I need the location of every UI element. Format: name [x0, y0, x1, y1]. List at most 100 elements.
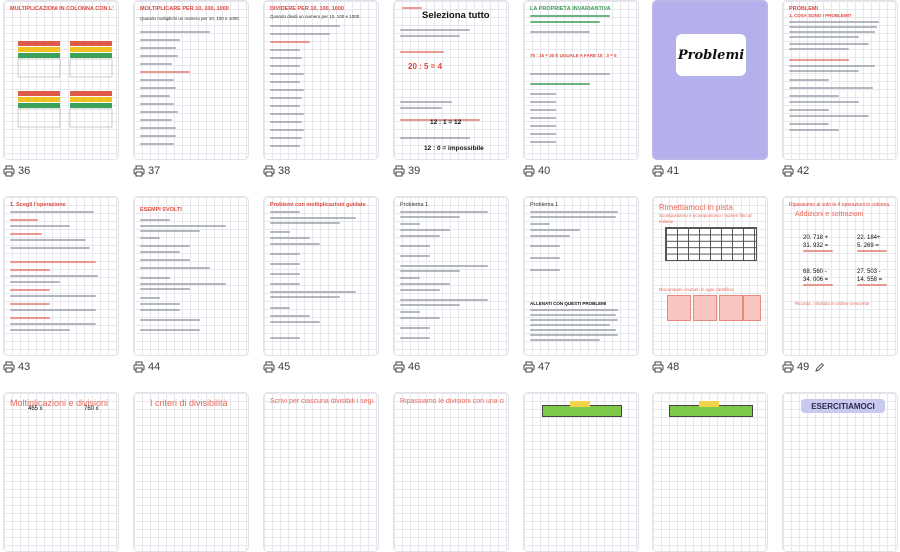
yellow-tape [570, 401, 590, 407]
slide-content-lines [789, 21, 889, 151]
slide-number: 36 [18, 165, 31, 177]
slide-label-46: 46 [393, 360, 483, 374]
slide-subheading: Addizioni e sottrazioni [795, 211, 864, 218]
printer-icon[interactable] [393, 361, 405, 373]
printer-icon[interactable] [523, 361, 535, 373]
invariant-property-example: 75 : 15 = 30 È UGUALE A FARE 15 : 3 = 5 [530, 53, 617, 58]
slide-title: Scrivi per ciascuna divisibili i seguent… [270, 398, 374, 405]
slide-label-48: 48 [652, 360, 742, 374]
number-card [667, 295, 691, 321]
slide-number: 44 [148, 361, 161, 373]
slide-thumbnail-37[interactable]: MOLTIPLICARE PER 10, 100, 1000 Quando mo… [133, 0, 249, 160]
division-rule-one: 12 : 1 = 12 [430, 119, 462, 126]
slide-number: 42 [797, 165, 810, 177]
slide-thumbnail-54[interactable] [523, 392, 639, 552]
slide-thumbnail-51[interactable]: I criteri di divisibilità [133, 392, 249, 552]
slide-thumbnail-55[interactable] [652, 392, 768, 552]
slide-thumbnail-40[interactable]: LA PROPRIETÀ INVARIANTIVA 75 : 15 = 30 È… [523, 0, 639, 160]
slide-label-42: 42 [782, 164, 872, 178]
printer-icon[interactable] [393, 165, 405, 177]
slide-thumbnail-45[interactable]: Problemi con moltiplicazioni guidate [263, 196, 379, 356]
slide-thumbnail-48[interactable]: Rimettiamoci in pista Scomponiamo e rico… [652, 196, 768, 356]
printer-icon[interactable] [3, 165, 15, 177]
slide-thumbnail-56[interactable]: ESERCITIAMOCI [782, 392, 898, 552]
slide-number: 38 [278, 165, 291, 177]
slide-title: ESEMPI SVOLTI [140, 207, 182, 213]
multiplication-table-grid [17, 41, 113, 128]
slide-number: 45 [278, 361, 291, 373]
slide-thumbnail-53[interactable]: Ripassiamo le divisioni con una cifra al… [393, 392, 509, 552]
slide-number: 49 [797, 361, 810, 373]
number-card [719, 295, 743, 321]
slide-content-lines [530, 211, 630, 347]
slide-thumbnail-50[interactable]: Moltiplicazioni e divisioni 465 x 760 x [3, 392, 119, 552]
subtrahend: 14. 558 = [857, 277, 883, 283]
slide-thumbnail-42[interactable]: PROBLEMI 1. COSA SONO I PROBLEMI? [782, 0, 898, 160]
slide-thumbnail-36[interactable]: MULTIPLICAZIONI IN COLONNA CON L'AIUTO D… [3, 0, 119, 160]
title-card: Problemi [676, 34, 746, 76]
slide-label-49: 49 [782, 360, 872, 374]
slide-thumbnail-52[interactable]: Scrivi per ciascuna divisibili i seguent… [263, 392, 379, 552]
printer-icon[interactable] [523, 165, 535, 177]
number-card [743, 295, 761, 321]
title-card-text: Problemi [677, 47, 745, 63]
slide-thumbnail-39[interactable]: Seleziona tutto 20 : 5 = 4 12 : 1 = 12 1… [393, 0, 509, 160]
addend: 31. 932 = [803, 243, 829, 249]
slide-label-41: 41 [652, 164, 742, 178]
slide-content-lines [10, 211, 110, 347]
printer-icon[interactable] [652, 361, 664, 373]
slide-title: PROBLEMI [789, 6, 819, 12]
slide-subheading: Scomponiamo e ricomponiamo i numeri fino… [659, 213, 752, 224]
slide-content-lines [270, 19, 370, 151]
slide-label-39: 39 [393, 164, 483, 178]
place-value-table [665, 227, 757, 261]
printer-icon[interactable] [263, 165, 275, 177]
slide-title-pill: ESERCITIAMOCI [801, 399, 885, 413]
slide-content-lines [530, 15, 630, 151]
printer-icon[interactable] [133, 361, 145, 373]
slide-thumbnail-46[interactable]: Problema 1 [393, 196, 509, 356]
slide-number: 40 [538, 165, 551, 177]
slide-title: MOLTIPLICARE PER 10, 100, 1000 [140, 6, 229, 12]
subtrahend: 34. 006 = [803, 277, 829, 283]
number-card [693, 295, 717, 321]
slide-thumbnail-41[interactable]: Problemi [652, 0, 768, 160]
printer-icon[interactable] [782, 361, 794, 373]
addend: 5. 269 = [857, 243, 879, 249]
slide-label-38: 38 [263, 164, 353, 178]
slide-note: Ricorda : risultato in ordine crescente [795, 301, 870, 306]
printer-icon[interactable] [263, 361, 275, 373]
slide-number: 47 [538, 361, 551, 373]
minuend: 68. 560 - [803, 269, 827, 275]
printer-icon[interactable] [3, 361, 15, 373]
slide-title: 1. Scegli l'operazione [10, 202, 66, 208]
slide-label-47: 47 [523, 360, 613, 374]
slide-thumbnail-44[interactable]: ESEMPI SVOLTI [133, 196, 249, 356]
slide-number: 43 [18, 361, 31, 373]
select-all-text[interactable]: Seleziona tutto [422, 10, 490, 21]
slide-label-44: 44 [133, 360, 223, 374]
pencil-icon[interactable] [815, 362, 825, 372]
slide-thumbnail-43[interactable]: 1. Scegli l'operazione [3, 196, 119, 356]
slide-content-lines [270, 211, 370, 347]
slide-title: Problemi con moltiplicazioni guidate [270, 202, 366, 208]
slide-title: Rimettiamoci in pista [659, 203, 733, 212]
division-example: 20 : 5 = 4 [408, 62, 443, 71]
slide-title: Ripassiamo le divisioni con una cifra al… [400, 398, 504, 405]
slide-content-lines [400, 211, 500, 347]
printer-icon[interactable] [133, 165, 145, 177]
printer-icon[interactable] [782, 165, 794, 177]
slide-label-45: 45 [263, 360, 353, 374]
printer-icon[interactable] [652, 165, 664, 177]
slide-thumbnail-49[interactable]: Ripassiamo al volo le 4 operazioni in co… [782, 196, 898, 356]
slide-content-lines [140, 19, 240, 151]
slide-label-37: 37 [133, 164, 223, 178]
division-rule-zero: 12 : 0 = impossibile [424, 145, 484, 152]
slide-content-lines [400, 29, 500, 151]
addend: 22. 184+ [857, 235, 881, 241]
slide-title: Problema 1 [400, 202, 429, 208]
slide-thumbnail-47[interactable]: Problema 1 ALLENATI CON QUESTI PROBLEMI [523, 196, 639, 356]
slide-title: DIVIDERE PER 10, 100, 1000 [270, 6, 344, 12]
slide-thumbnail-38[interactable]: DIVIDERE PER 10, 100, 1000 Quando dividi… [263, 0, 379, 160]
slide-title: I criteri di divisibilità [150, 398, 228, 408]
